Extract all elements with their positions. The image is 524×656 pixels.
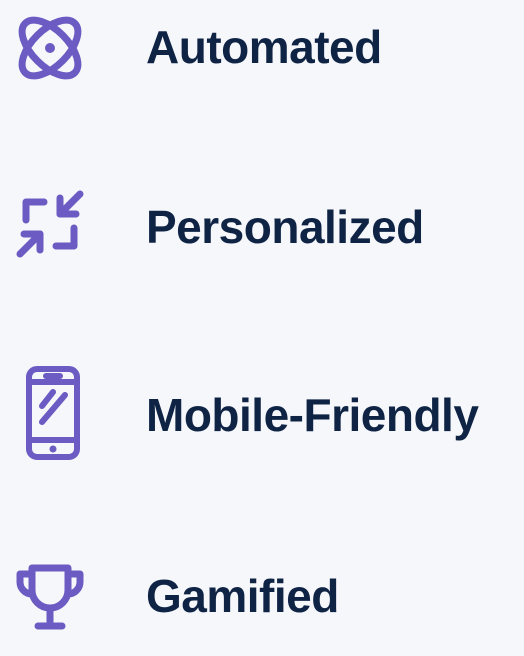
feature-label-personalized: Personalized	[146, 201, 424, 253]
arrows-in-icon	[10, 184, 90, 264]
feature-personalized: Personalized	[0, 176, 524, 276]
feature-mobile-friendly: Mobile-Friendly	[0, 360, 524, 460]
smartphone-icon	[8, 362, 98, 462]
feature-gamified: Gamified	[0, 556, 524, 656]
feature-label-gamified: Gamified	[146, 570, 339, 622]
feature-list: Automated Personalized Mobile-Friendly G…	[0, 0, 524, 638]
feature-label-mobile-friendly: Mobile-Friendly	[146, 389, 479, 441]
feature-automated: Automated	[0, 0, 524, 100]
trophy-icon	[10, 556, 90, 636]
feature-label-automated: Automated	[146, 21, 382, 73]
atom-icon	[10, 8, 90, 88]
